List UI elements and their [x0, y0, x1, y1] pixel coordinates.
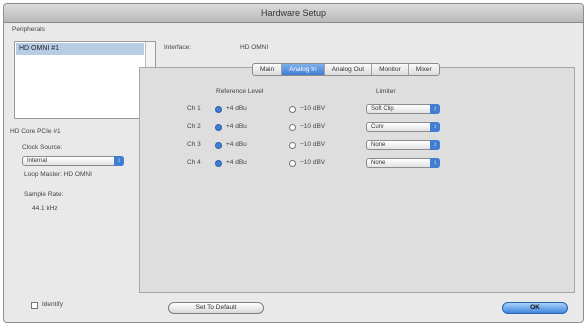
tab-content-panel — [139, 67, 575, 293]
clock-source-select[interactable]: Internal ↕ — [22, 156, 124, 166]
peripherals-list[interactable]: HD OMNI #1 — [14, 41, 156, 119]
reference-level-header: Reference Level — [216, 88, 264, 95]
limiter-select-ch1[interactable]: Soft Clip ↕ — [366, 104, 440, 114]
device-label: HD Core PCIe #1 — [10, 128, 61, 135]
tab-mixer[interactable]: Mixer — [409, 64, 439, 75]
tab-monitor[interactable]: Monitor — [372, 64, 409, 75]
sample-rate-label: Sample Rate: — [24, 191, 64, 198]
interface-value: HD OMNI — [240, 44, 269, 51]
limiter-select-ch4[interactable]: None ↕ — [366, 158, 440, 168]
chevron-updown-icon: ↕ — [430, 104, 440, 114]
plus4-label: +4 dBu — [226, 123, 247, 130]
radio-minus10-ch4[interactable] — [289, 160, 296, 167]
channel-label: Ch 1 — [187, 105, 201, 112]
minus10-label: −10 dBV — [300, 141, 326, 148]
channel-label: Ch 4 — [187, 159, 201, 166]
channel-label: Ch 3 — [187, 141, 201, 148]
minus10-label: −10 dBV — [300, 105, 326, 112]
chevron-updown-icon: ↕ — [430, 158, 440, 168]
tab-analog-in[interactable]: Analog In — [282, 64, 325, 75]
plus4-label: +4 dBu — [226, 105, 247, 112]
limiter-value: Soft Clip — [371, 106, 394, 112]
plus4-label: +4 dBu — [226, 159, 247, 166]
clock-source-label: Clock Source: — [22, 144, 63, 151]
limiter-select-ch2[interactable]: Curv ↕ — [366, 122, 440, 132]
limiter-value: None — [371, 160, 386, 166]
window-title: Hardware Setup — [4, 4, 583, 23]
identify-label: Identify — [42, 301, 63, 308]
peripheral-item-label: HD OMNI #1 — [19, 45, 60, 52]
limiter-select-ch3[interactable]: None ↕ — [366, 140, 440, 150]
radio-plus4-ch2[interactable] — [215, 124, 222, 131]
chevron-updown-icon: ↕ — [114, 156, 124, 166]
set-to-default-button[interactable]: Set To Default — [168, 302, 264, 314]
minus10-label: −10 dBV — [300, 159, 326, 166]
tab-analog-out[interactable]: Analog Out — [325, 64, 373, 75]
channel-label: Ch 2 — [187, 123, 201, 130]
radio-plus4-ch1[interactable] — [215, 106, 222, 113]
limiter-header: Limiter — [376, 88, 396, 95]
loop-master-text: Loop Master: HD OMNI — [24, 171, 92, 178]
tab-main[interactable]: Main — [253, 64, 283, 75]
chevron-updown-icon: ↕ — [430, 140, 440, 150]
plus4-label: +4 dBu — [226, 141, 247, 148]
identify-checkbox[interactable] — [31, 302, 38, 309]
limiter-value: None — [371, 142, 386, 148]
limiter-value: Curv — [371, 124, 384, 130]
hardware-setup-window: Hardware Setup Peripherals HD OMNI #1 HD… — [3, 3, 584, 323]
tab-bar: Main Analog In Analog Out Monitor Mixer — [252, 63, 440, 76]
peripherals-label: Peripherals — [12, 26, 45, 33]
radio-plus4-ch4[interactable] — [215, 160, 222, 167]
ok-button[interactable]: OK — [502, 302, 568, 314]
radio-minus10-ch1[interactable] — [289, 106, 296, 113]
interface-label: Interface: — [164, 44, 192, 51]
sample-rate-value: 44.1 kHz — [32, 205, 58, 212]
radio-minus10-ch2[interactable] — [289, 124, 296, 131]
radio-plus4-ch3[interactable] — [215, 142, 222, 149]
chevron-updown-icon: ↕ — [430, 122, 440, 132]
minus10-label: −10 dBV — [300, 123, 326, 130]
radio-minus10-ch3[interactable] — [289, 142, 296, 149]
clock-source-value: Internal — [27, 158, 48, 164]
